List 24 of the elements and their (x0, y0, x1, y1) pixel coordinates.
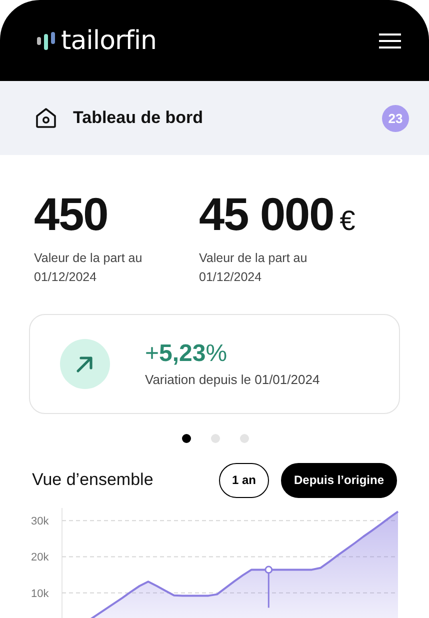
menu-icon (379, 32, 401, 48)
y-axis-label: 10k (31, 588, 49, 600)
home-icon (35, 107, 57, 129)
pager-dot[interactable] (211, 434, 220, 443)
variation-percent: +5,23% (145, 340, 228, 368)
y-axis-label: 20k (31, 552, 49, 564)
stat-value: 45 000 (199, 191, 334, 237)
stat-label: Valeur de la part au 01/12/2024 (34, 250, 144, 286)
pager-dot[interactable] (240, 434, 249, 443)
stat-value: 450 (34, 191, 108, 237)
logo-bars-icon (36, 30, 58, 52)
range-tab[interactable]: 1 an (218, 462, 269, 498)
page-title: Tableau de bord (73, 108, 204, 128)
section-title: Vue d’ensemble (32, 470, 154, 490)
variation-label: Variation depuis le 01/01/2024 (145, 372, 320, 388)
range-tab[interactable]: Depuis l’origine (280, 462, 397, 498)
notification-badge: 23 (382, 104, 409, 132)
logo-text: tailorfin (61, 26, 157, 56)
stat-label: Valeur de la part au 01/12/2024 (199, 250, 308, 286)
chart-cursor[interactable] (264, 566, 273, 608)
currency-unit: € (340, 205, 356, 237)
y-axis-label: 30k (31, 515, 49, 528)
menu-button[interactable] (379, 32, 401, 48)
pager-dot[interactable] (182, 434, 191, 443)
